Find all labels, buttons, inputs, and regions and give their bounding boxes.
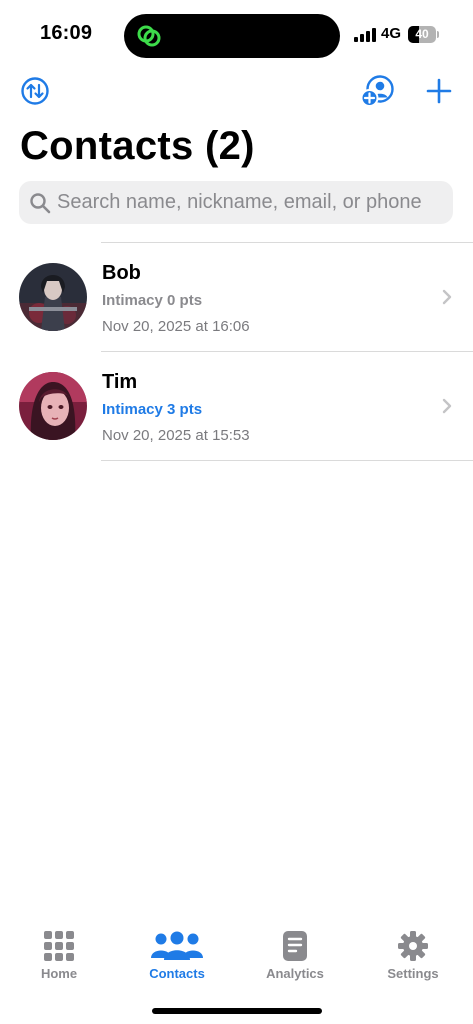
contact-name: Tim bbox=[102, 371, 138, 393]
tab-label: Analytics bbox=[266, 966, 324, 981]
search-icon bbox=[30, 193, 51, 214]
home-indicator[interactable] bbox=[152, 1008, 322, 1014]
tab-settings[interactable]: Settings bbox=[354, 920, 472, 990]
document-icon bbox=[283, 931, 307, 961]
tab-bar: Home Contacts Analytics Settings bbox=[0, 920, 473, 1000]
tab-label: Contacts bbox=[149, 966, 205, 981]
tab-home[interactable]: Home bbox=[0, 920, 118, 990]
tab-analytics[interactable]: Analytics bbox=[236, 920, 354, 990]
dynamic-island bbox=[124, 14, 340, 58]
avatar bbox=[19, 263, 87, 331]
page-title: Contacts (2) bbox=[20, 124, 255, 168]
intimacy-score: Intimacy 0 pts bbox=[102, 292, 203, 309]
linked-rings-icon bbox=[137, 25, 161, 47]
network-type: 4G bbox=[381, 25, 402, 42]
contact-row-tim[interactable]: Tim Intimacy 3 pts Nov 20, 2025 at 15:53 bbox=[0, 352, 473, 460]
contact-date: Nov 20, 2025 at 16:06 bbox=[102, 318, 250, 335]
gear-icon bbox=[398, 931, 428, 961]
status-bar: 16:09 4G 40 bbox=[0, 0, 473, 70]
avatar-image bbox=[19, 372, 87, 440]
divider bbox=[101, 460, 473, 461]
search-bar[interactable] bbox=[19, 181, 453, 224]
contact-date: Nov 20, 2025 at 15:53 bbox=[102, 427, 250, 444]
intimacy-score: Intimacy 3 pts bbox=[102, 401, 203, 418]
contact-name: Bob bbox=[102, 262, 141, 284]
chevron-right-icon bbox=[442, 398, 452, 414]
avatar bbox=[19, 372, 87, 440]
tab-contacts[interactable]: Contacts bbox=[118, 920, 236, 990]
tab-label: Settings bbox=[387, 966, 439, 981]
battery-tip bbox=[437, 31, 439, 38]
battery-icon: 40 bbox=[408, 26, 436, 43]
avatar-image bbox=[19, 263, 87, 331]
contact-row-bob[interactable]: Bob Intimacy 0 pts Nov 20, 2025 at 16:06 bbox=[0, 243, 473, 351]
tab-label: Home bbox=[40, 966, 78, 981]
search-input[interactable] bbox=[57, 181, 447, 224]
status-time: 16:09 bbox=[40, 22, 93, 44]
battery-percent: 40 bbox=[415, 27, 429, 41]
cellular-signal-icon bbox=[354, 28, 376, 42]
sort-icon[interactable] bbox=[20, 76, 50, 106]
add-icon[interactable] bbox=[424, 76, 454, 106]
add-contact-icon[interactable] bbox=[360, 74, 396, 108]
grid-icon bbox=[44, 931, 74, 961]
people-icon bbox=[151, 931, 203, 960]
chevron-right-icon bbox=[442, 289, 452, 305]
